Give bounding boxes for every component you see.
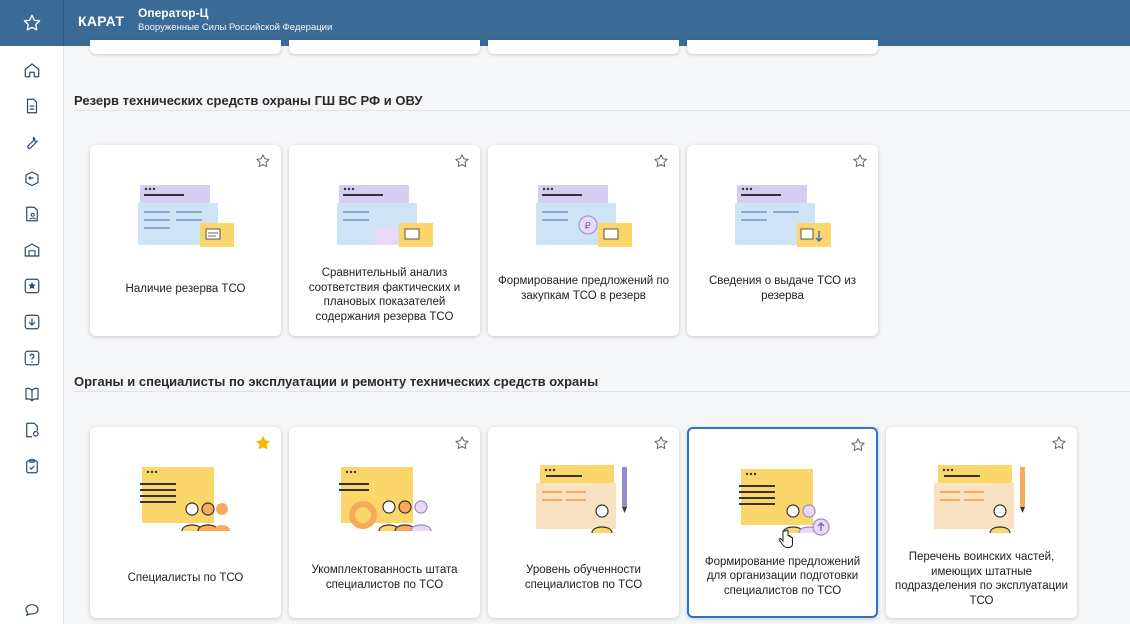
section-divider bbox=[74, 110, 1130, 111]
app-brand[interactable]: КАРАТ bbox=[78, 13, 124, 29]
favorites-star-button[interactable] bbox=[0, 0, 64, 46]
people-upload-illustration bbox=[739, 469, 830, 536]
star-outline-icon bbox=[23, 14, 40, 31]
book-icon[interactable] bbox=[22, 384, 42, 404]
card-partial[interactable] bbox=[289, 40, 480, 54]
card-label: Уровень обученности специалистов по ТСО bbox=[524, 564, 643, 591]
star-box-icon[interactable] bbox=[22, 276, 42, 296]
card-training-proposals[interactable]: Формирование предложений для организации… bbox=[687, 427, 878, 618]
clipboard-check-icon[interactable] bbox=[22, 456, 42, 476]
people-chart-illustration bbox=[339, 467, 432, 532]
report-person-icon[interactable] bbox=[22, 204, 42, 224]
card-label: Сведения о выдаче ТСО из резерва bbox=[708, 275, 857, 302]
favorite-star-icon[interactable] bbox=[850, 437, 866, 453]
favorite-star-icon[interactable] bbox=[454, 153, 470, 169]
favorite-star-filled-icon[interactable] bbox=[255, 435, 271, 451]
app-title-block: Оператор-Ц Вооруженные Силы Российской Ф… bbox=[138, 6, 332, 34]
card-label: Формирование предложений по закупкам ТСО… bbox=[497, 275, 670, 302]
card-label: Перечень воинских частей, имеющих штатны… bbox=[894, 551, 1069, 607]
card-partial[interactable] bbox=[488, 40, 679, 54]
card-training-level[interactable]: Уровень обученности специалистов по ТСО bbox=[488, 427, 679, 618]
box-download-icon[interactable] bbox=[22, 312, 42, 332]
warehouse-icon[interactable] bbox=[22, 240, 42, 260]
card-staffing-level[interactable]: Укомплектованность штата специалистов по… bbox=[289, 427, 480, 618]
app-title: Оператор-Ц bbox=[138, 6, 209, 20]
favorite-star-icon[interactable] bbox=[653, 153, 669, 169]
svg-text:₽: ₽ bbox=[585, 221, 592, 232]
favorite-star-icon[interactable] bbox=[454, 435, 470, 451]
card-partial[interactable] bbox=[687, 40, 878, 54]
section-title-specialists: Органы и специалисты по эксплуатации и р… bbox=[74, 374, 599, 389]
chat-icon[interactable] bbox=[22, 600, 42, 620]
favorite-star-icon[interactable] bbox=[1051, 435, 1067, 451]
card-reserve-issue-info[interactable]: Сведения о выдаче ТСО из резерва bbox=[687, 145, 878, 336]
app-subtitle: Вооруженные Силы Российской Федерации bbox=[138, 22, 333, 33]
people-document-illustration bbox=[140, 467, 230, 532]
wrench-icon[interactable] bbox=[22, 132, 42, 152]
card-reserve-comparative-analysis[interactable]: Сравнительный анализ соответствия фактич… bbox=[289, 145, 480, 336]
card-label: Укомплектованность штата специалистов по… bbox=[311, 564, 458, 591]
card-reserve-availability[interactable]: Наличие резерва ТСО bbox=[90, 145, 281, 336]
favorite-star-icon[interactable] bbox=[653, 435, 669, 451]
person-document-pencil-illustration bbox=[536, 465, 627, 534]
main-content: Резерв технических средств охраны ГШ ВС … bbox=[64, 40, 1130, 624]
favorite-star-icon[interactable] bbox=[255, 153, 271, 169]
box-return-icon[interactable] bbox=[22, 168, 42, 188]
favorite-star-icon[interactable] bbox=[852, 153, 868, 169]
card-reserve-purchase-proposals[interactable]: ₽ Формирование предложений по закупкам Т… bbox=[488, 145, 679, 336]
document-settings-icon[interactable] bbox=[22, 420, 42, 440]
report-box-download-illustration bbox=[735, 185, 831, 247]
sidebar bbox=[0, 46, 64, 624]
report-box-illustration bbox=[337, 185, 433, 247]
card-label: Формирование предложений для организации… bbox=[704, 555, 861, 597]
card-label: Наличие резерва ТСО bbox=[125, 282, 246, 295]
section-title-reserve: Резерв технических средств охраны ГШ ВС … bbox=[74, 93, 423, 108]
card-military-units-list[interactable]: Перечень воинских частей, имеющих штатны… bbox=[886, 427, 1077, 618]
document-icon[interactable] bbox=[22, 96, 42, 116]
hand-cursor-icon bbox=[778, 529, 793, 548]
card-label: Сравнительный анализ соответствия фактич… bbox=[308, 267, 461, 323]
person-document-pencil-illustration bbox=[934, 465, 1025, 534]
home-icon[interactable] bbox=[22, 60, 42, 80]
report-box-illustration bbox=[138, 185, 234, 247]
card-specialists[interactable]: Специалисты по ТСО bbox=[90, 427, 281, 618]
card-partial[interactable] bbox=[90, 40, 281, 54]
question-icon[interactable] bbox=[22, 348, 42, 368]
section-divider bbox=[74, 391, 1130, 392]
report-ruble-box-illustration: ₽ bbox=[536, 185, 632, 247]
card-label: Специалисты по ТСО bbox=[127, 571, 244, 584]
